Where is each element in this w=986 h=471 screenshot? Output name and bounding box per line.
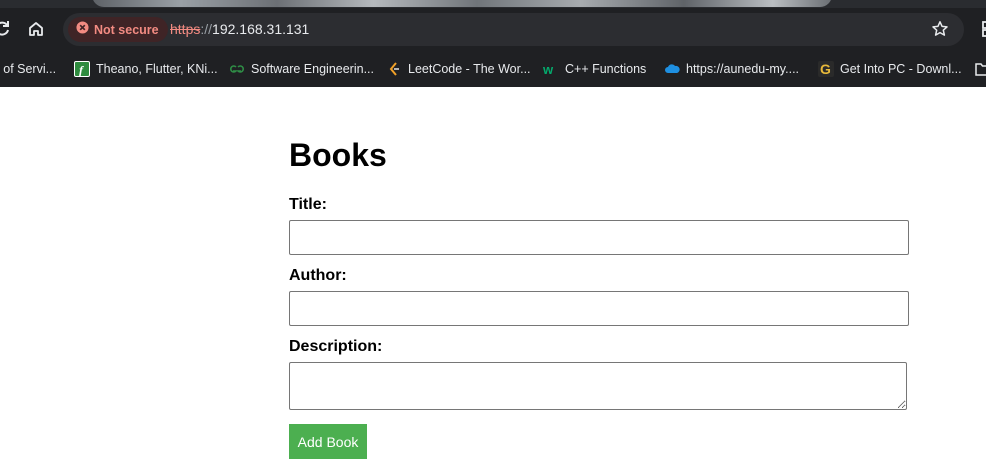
security-label: Not secure (94, 22, 159, 37)
bookmarks-bar: l of Servi... f Theano, Flutter, KNi... … (0, 50, 986, 87)
bookmark-item[interactable]: LeetCode - The Wor... (386, 50, 531, 87)
bookmark-label: l of Servi... (0, 61, 57, 76)
bookmark-label: https://aunedu-my.... (686, 61, 800, 76)
bookmark-item[interactable]: https://aunedu-my.... (664, 50, 799, 87)
green-f-icon: f (74, 60, 90, 77)
all-bookmarks-folder[interactable] (975, 50, 986, 87)
author-input[interactable] (289, 291, 909, 326)
url-text[interactable]: https://192.168.31.131 (170, 13, 309, 46)
title-label: Title: (289, 196, 327, 213)
bookmark-label: Software Engineerin... (251, 61, 374, 76)
bookmark-label: C++ Functions (565, 61, 647, 76)
svg-text:w: w (543, 62, 554, 77)
title-input[interactable] (289, 220, 909, 255)
bookmark-item[interactable]: l of Servi... (0, 50, 56, 87)
address-bar[interactable]: Not secure https://192.168.31.131 (63, 13, 964, 46)
add-book-button[interactable]: Add Book (289, 424, 367, 459)
url-host: 192.168.31.131 (212, 21, 310, 37)
onedrive-cloud-icon (664, 61, 680, 77)
extensions-icon[interactable] (978, 17, 986, 41)
home-icon[interactable] (24, 17, 48, 41)
description-label: Description: (289, 338, 383, 355)
bookmark-label: LeetCode - The Wor... (408, 61, 531, 76)
bookmark-star-icon[interactable] (928, 17, 952, 41)
bookmark-label: Theano, Flutter, KNi... (96, 61, 218, 76)
folder-icon (975, 61, 986, 77)
leetcode-icon (386, 61, 402, 77)
url-scheme: https (170, 21, 201, 37)
active-tab[interactable] (92, 0, 832, 7)
description-textarea[interactable] (289, 362, 907, 410)
url-separator: :// (200, 21, 213, 37)
tab-strip (0, 0, 986, 8)
w3schools-icon: w (543, 61, 559, 77)
bookmark-item[interactable]: G Get Into PC - Downl... (818, 50, 962, 87)
browser-toolbar: Not secure https://192.168.31.131 (0, 8, 986, 50)
svg-text:G: G (820, 61, 831, 77)
author-label: Author: (289, 267, 347, 284)
not-secure-icon (76, 20, 89, 39)
getintopc-icon: G (818, 60, 834, 77)
bookmark-item[interactable]: f Theano, Flutter, KNi... (74, 50, 218, 87)
books-form: Books Title: Author: Description: Add Bo… (289, 87, 909, 459)
page-title: Books (289, 137, 387, 173)
geeksforgeeks-icon (229, 61, 245, 77)
bookmark-label: Get Into PC - Downl... (840, 61, 962, 76)
security-chip[interactable]: Not secure (68, 17, 168, 42)
bookmark-item[interactable]: Software Engineerin... (229, 50, 374, 87)
bookmark-item[interactable]: w C++ Functions (543, 50, 646, 87)
reload-icon[interactable] (0, 17, 14, 41)
